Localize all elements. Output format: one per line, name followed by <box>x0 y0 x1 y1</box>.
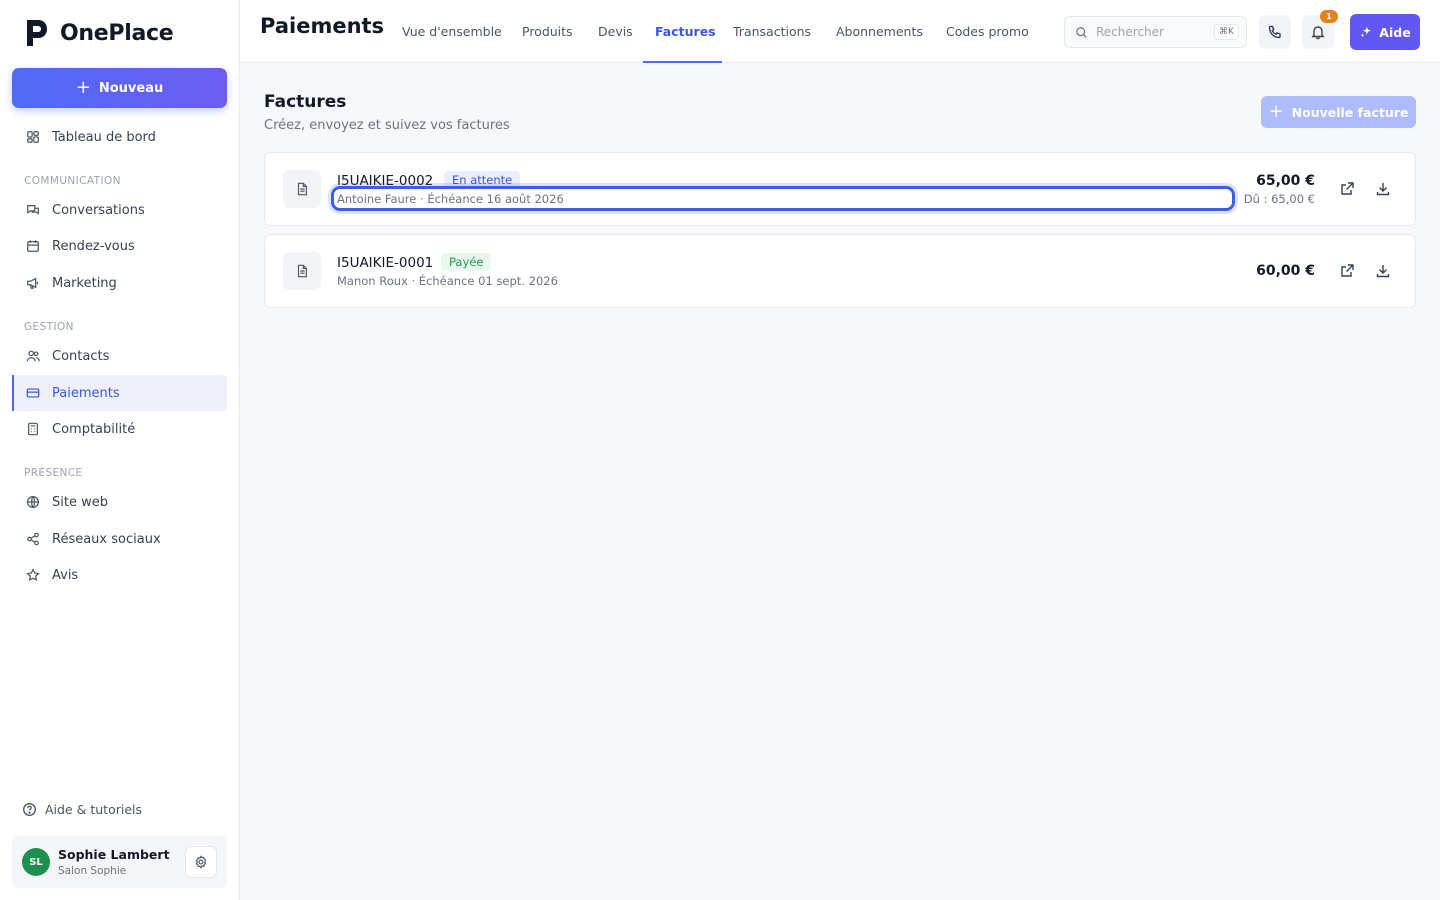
sidebar-item-label: Rendez-vous <box>52 238 135 254</box>
page-title: Paiements <box>260 14 385 38</box>
user-business: Salon Sophie <box>58 865 127 877</box>
sparkles-icon <box>1360 26 1372 38</box>
download-button[interactable] <box>1372 260 1394 282</box>
sidebar-item-dashboard[interactable]: Tableau de bord <box>12 119 227 155</box>
gear-icon <box>195 855 207 869</box>
sidebar-item-comptabilite[interactable]: Comptabilité <box>12 411 227 447</box>
section-label-presence: PRÉSENCE <box>24 467 83 479</box>
tab-produits[interactable]: Produits <box>522 0 573 63</box>
sidebar-item-label: Paiements <box>52 385 120 401</box>
search-input[interactable] <box>1096 25 1206 39</box>
calculator-icon <box>28 422 38 436</box>
open-external-button[interactable] <box>1336 178 1358 200</box>
tab-transactions[interactable]: Transactions <box>733 0 811 63</box>
phone-button[interactable] <box>1259 15 1291 49</box>
focus-highlight <box>331 186 1235 211</box>
document-icon <box>283 170 321 208</box>
sidebar-item-label: Conversations <box>52 202 145 218</box>
invoice-row[interactable]: I5UAIKIE-0002 En attente Antoine Faure ·… <box>264 152 1416 226</box>
search-box[interactable]: ⌘K <box>1064 16 1247 48</box>
tab-factures[interactable]: Factures <box>655 0 716 63</box>
tab-codes-promo[interactable]: Codes promo <box>946 0 1029 63</box>
tab-abonnements[interactable]: Abonnements <box>836 0 923 63</box>
sidebar-item-label: Comptabilité <box>52 421 136 437</box>
section-title: Factures <box>264 92 347 112</box>
sidebar-item-rendezvous[interactable]: Rendez-vous <box>12 228 227 264</box>
sidebar-item-label: Avis <box>52 567 79 583</box>
invoice-meta: Manon Roux · Échéance 01 sept. 2026 <box>337 274 558 288</box>
user-info: Sophie Lambert Salon Sophie <box>58 847 185 877</box>
tab-devis[interactable]: Devis <box>598 0 633 63</box>
dashboard-icon <box>27 131 39 143</box>
user-name: Sophie Lambert <box>58 847 170 862</box>
invoice-amount: 60,00 € <box>1256 263 1315 279</box>
tab-vue-ensemble[interactable]: Vue d'ensemble <box>402 0 502 63</box>
help-link-label: Aide & tutoriels <box>45 802 143 817</box>
chat-icon <box>27 205 39 215</box>
sidebar-item-marketing[interactable]: Marketing <box>12 265 227 301</box>
sidebar-item-label: Tableau de bord <box>52 129 156 145</box>
share-icon <box>27 532 39 546</box>
globe-icon <box>26 495 40 509</box>
megaphone-icon <box>27 277 38 289</box>
sidebar-item-label: Site web <box>52 494 108 510</box>
calendar-icon <box>27 240 39 252</box>
plus-icon: + <box>1268 101 1284 122</box>
user-card[interactable]: SL Sophie Lambert Salon Sophie <box>12 836 227 888</box>
external-link-icon <box>1341 182 1354 195</box>
sidebar-item-conversations[interactable]: Conversations <box>12 192 227 228</box>
app-name: OnePlace <box>60 20 174 46</box>
download-icon <box>1376 183 1390 196</box>
section-subtitle: Créez, envoyez et suivez vos factures <box>264 118 510 133</box>
topbar: Paiements Vue d'ensemble Produits Devis … <box>240 0 1440 63</box>
sidebar: OnePlace + Nouveau Tableau de bord COMMU… <box>0 0 240 900</box>
open-external-button[interactable] <box>1336 260 1358 282</box>
notification-badge: 1 <box>1320 10 1338 23</box>
new-button-label: Nouveau <box>98 80 164 96</box>
search-icon <box>1076 26 1087 38</box>
help-button[interactable]: Aide <box>1350 14 1420 50</box>
sidebar-item-label: Réseaux sociaux <box>52 531 161 547</box>
help-circle-icon <box>23 803 36 816</box>
new-button[interactable]: + Nouveau <box>12 68 227 108</box>
sidebar-item-avis[interactable]: Avis <box>12 557 227 593</box>
sidebar-item-paiements[interactable]: Paiements <box>12 375 227 411</box>
new-invoice-button[interactable]: + Nouvelle facture <box>1261 96 1416 128</box>
credit-card-icon <box>26 388 40 398</box>
invoice-due: Dû : 65,00 € <box>1243 192 1315 206</box>
invoice-number: I5UAIKIE-0001 <box>337 255 434 271</box>
sidebar-item-label: Contacts <box>52 348 110 364</box>
download-icon <box>1376 265 1390 278</box>
help-button-label: Aide <box>1379 24 1411 40</box>
document-icon <box>283 252 321 290</box>
sidebar-item-label: Marketing <box>52 275 117 291</box>
search-shortcut: ⌘K <box>1214 24 1239 40</box>
download-button[interactable] <box>1372 178 1394 200</box>
settings-button[interactable] <box>185 846 217 878</box>
status-badge: Payée <box>441 253 492 271</box>
section-label-gestion: GESTION <box>24 321 74 333</box>
invoice-amount: 65,00 € <box>1256 173 1315 189</box>
plus-icon: + <box>75 77 91 98</box>
external-link-icon <box>1341 264 1354 277</box>
active-tab-indicator <box>643 61 722 63</box>
oneplace-logo-icon <box>27 20 47 46</box>
phone-icon <box>1268 25 1281 39</box>
help-tutorials-link[interactable]: Aide & tutoriels <box>22 802 142 817</box>
users-icon <box>26 350 40 362</box>
sidebar-item-reseaux[interactable]: Réseaux sociaux <box>12 521 227 557</box>
new-invoice-label: Nouvelle facture <box>1291 104 1409 120</box>
bell-icon <box>1311 26 1325 40</box>
avatar: SL <box>22 848 50 876</box>
app-logo[interactable]: OnePlace <box>24 18 174 48</box>
section-label-communication: COMMUNICATION <box>24 175 121 187</box>
sidebar-item-contacts[interactable]: Contacts <box>12 338 227 374</box>
sidebar-item-siteweb[interactable]: Site web <box>12 484 227 520</box>
invoice-row[interactable]: I5UAIKIE-0001 Payée Manon Roux · Échéanc… <box>264 234 1416 308</box>
star-icon <box>26 568 40 582</box>
